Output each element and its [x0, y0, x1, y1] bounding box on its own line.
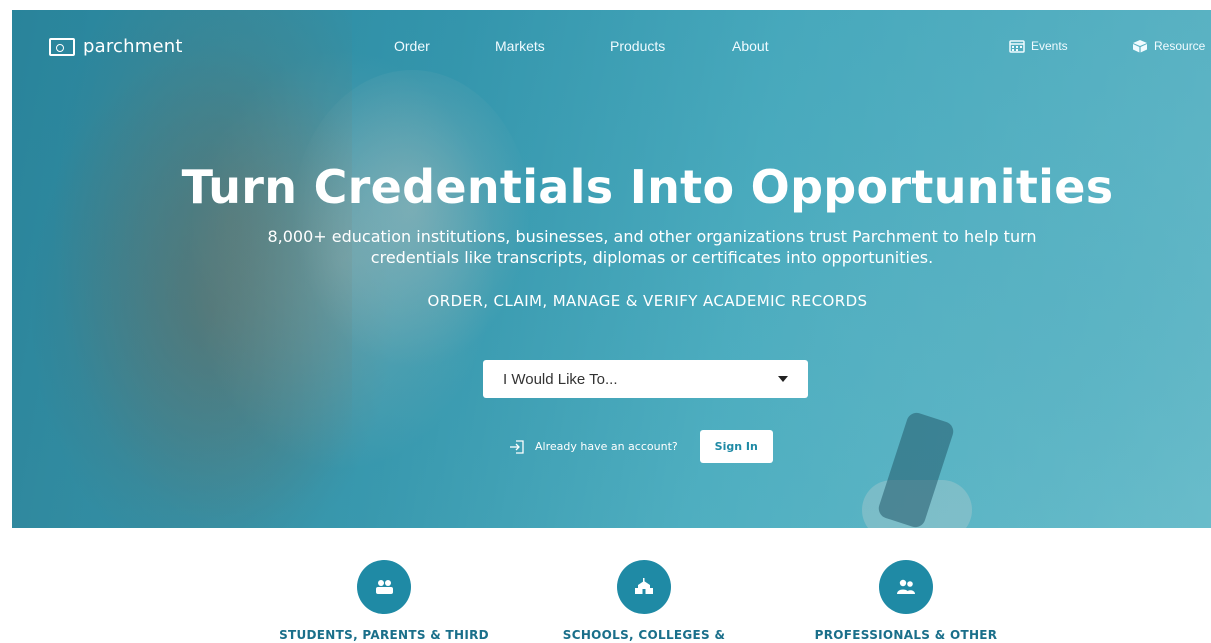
nav-link-products[interactable]: Products [610, 38, 665, 54]
logo-mark-icon [49, 37, 75, 56]
nav-link-order[interactable]: Order [394, 38, 430, 54]
hero-tagline: ORDER, CLAIM, MANAGE & VERIFY ACADEMIC R… [427, 292, 868, 310]
account-prompt-text: Already have an account? [535, 440, 678, 453]
left-gutter [0, 530, 12, 596]
audience-schools[interactable]: SCHOOLS, COLLEGES & [514, 560, 774, 642]
audience-icon-circle [879, 560, 933, 614]
sign-in-button[interactable]: Sign In [699, 430, 773, 463]
resources-label: Resource [1154, 39, 1206, 53]
professionals-icon [897, 579, 915, 594]
cube-icon [1133, 40, 1147, 53]
audience-icon-circle [617, 560, 671, 614]
nav-link-about[interactable]: About [732, 38, 769, 54]
nav-link-markets[interactable]: Markets [495, 38, 545, 54]
page: parchment Order Markets Products About E… [0, 0, 1211, 643]
parchment-logo[interactable]: parchment [49, 36, 183, 57]
hero-title: Turn Credentials Into Opportunities [181, 160, 1114, 214]
logo-text: parchment [83, 36, 183, 57]
audience-label: STUDENTS, PARENTS & THIRD [279, 628, 489, 642]
events-label: Events [1031, 39, 1068, 53]
nav-events[interactable]: Events [1009, 39, 1068, 53]
audience-icon-circle [357, 560, 411, 614]
intent-dropdown[interactable]: I Would Like To... [483, 360, 808, 398]
school-building-icon [635, 578, 653, 594]
audience-label: PROFESSIONALS & OTHER [814, 628, 998, 642]
account-prompt-row: Already have an account? Sign In [509, 430, 773, 463]
nav-resources[interactable]: Resource [1132, 39, 1205, 53]
sign-in-arrow-icon [510, 439, 524, 454]
audience-label: SCHOOLS, COLLEGES & [562, 628, 726, 642]
audience-students[interactable]: STUDENTS, PARENTS & THIRD [254, 560, 514, 642]
hero-subtitle: 8,000+ education institutions, businesse… [267, 227, 1037, 267]
hero-banner: parchment Order Markets Products About E… [12, 10, 1211, 528]
calendar-icon [1009, 40, 1025, 53]
audience-professionals[interactable]: PROFESSIONALS & OTHER [776, 560, 1036, 642]
top-navigation: parchment Order Markets Products About E… [12, 10, 1211, 82]
dropdown-label: I Would Like To... [503, 370, 618, 388]
caret-down-icon [778, 376, 788, 382]
students-icon [376, 580, 393, 594]
